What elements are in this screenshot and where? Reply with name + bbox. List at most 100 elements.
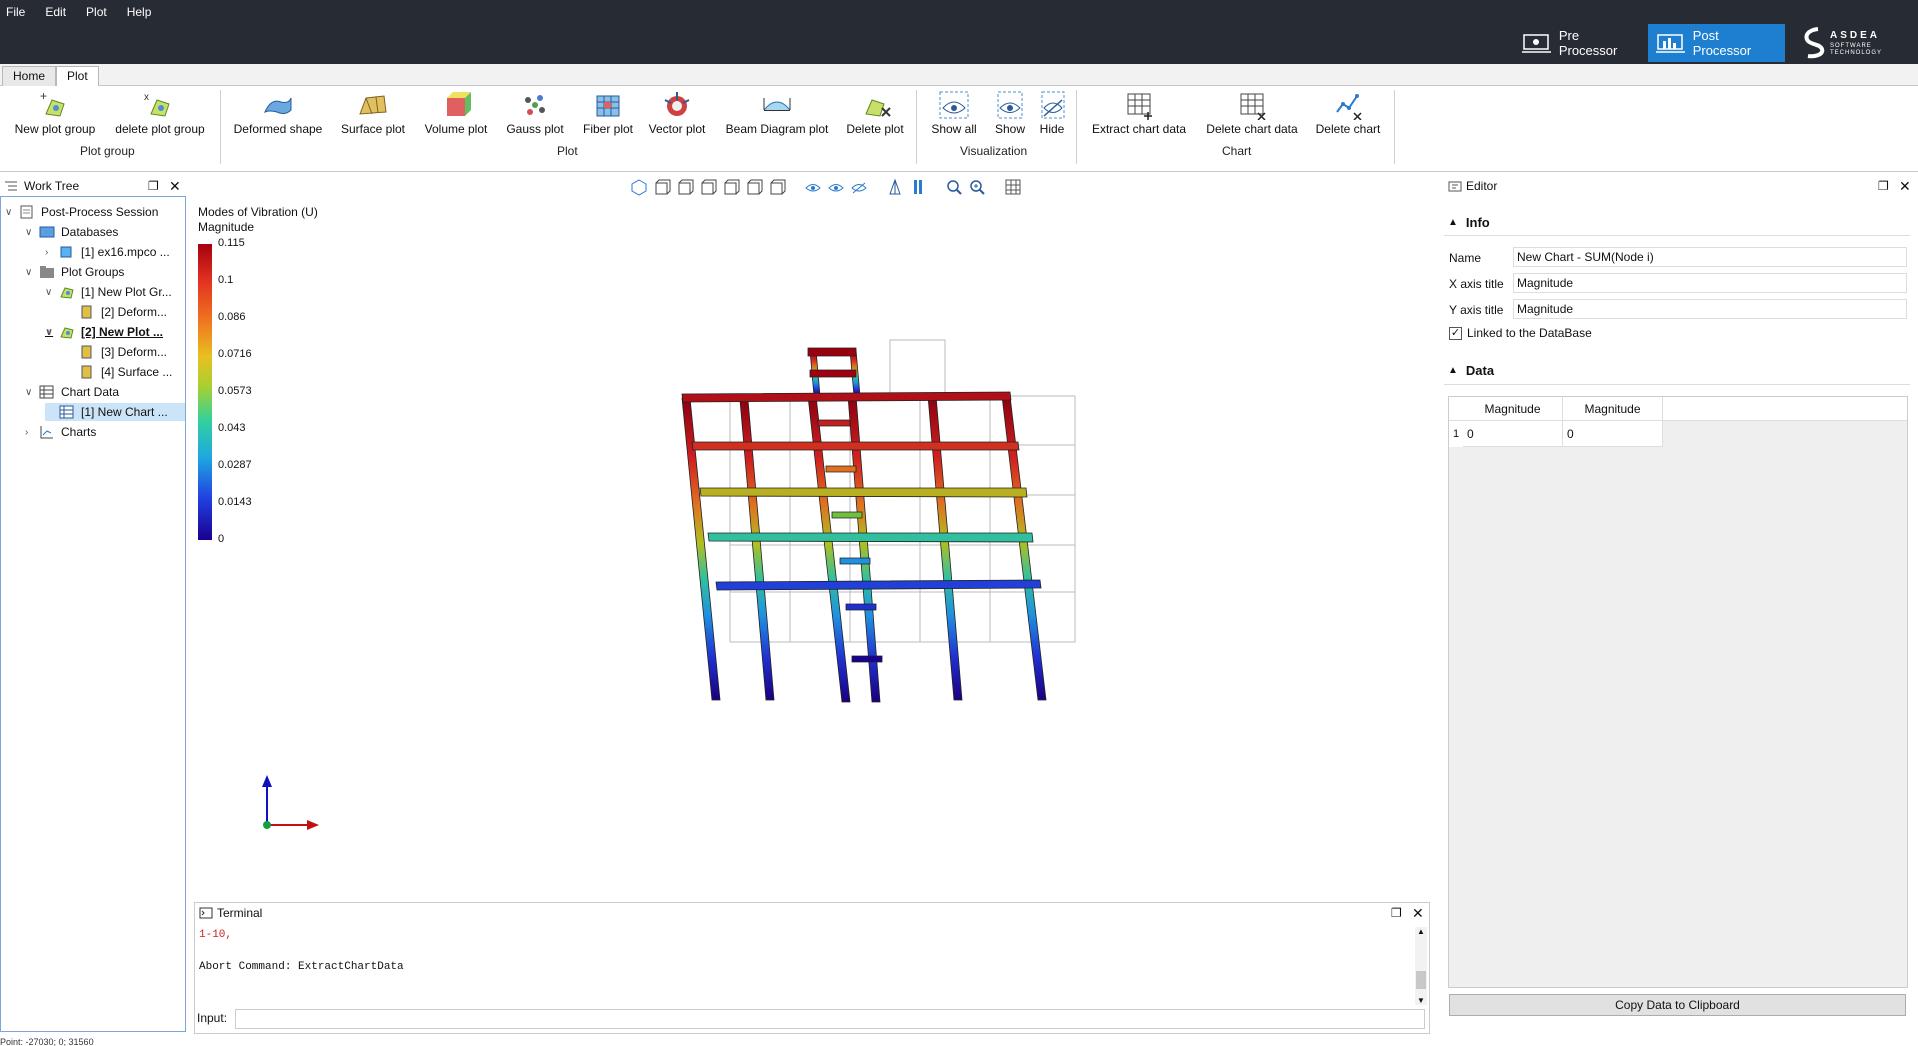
menu-file[interactable]: File bbox=[6, 5, 25, 19]
new-plot-group-label: New plot group bbox=[14, 122, 96, 136]
fiber-plot-icon bbox=[596, 95, 620, 117]
work-tree: ∨ Post-Process Session ∨ Databases › [1] ex… bbox=[0, 196, 186, 1032]
x-axis-title-input[interactable]: Magnitude bbox=[1513, 273, 1907, 293]
extract-chart-data-label: Extract chart data bbox=[1091, 122, 1187, 136]
tree-item-plot-groups[interactable]: ∨ Plot Groups bbox=[25, 263, 124, 281]
legend-tick: 0.043 bbox=[218, 422, 246, 434]
table-cell[interactable]: 0 bbox=[1563, 421, 1663, 447]
column-header[interactable]: Magnitude bbox=[1563, 397, 1663, 421]
pre-processor-button[interactable]: Pre Processor bbox=[1514, 24, 1646, 62]
tree-item-session[interactable]: ∨ Post-Process Session bbox=[5, 203, 158, 221]
linked-checkbox[interactable]: ✓ bbox=[1449, 326, 1462, 340]
scroll-down-icon[interactable]: ▼ bbox=[1415, 996, 1427, 1005]
name-input[interactable]: New Chart - SUM(Node i) bbox=[1513, 247, 1907, 267]
scrollbar-thumb[interactable] bbox=[1416, 971, 1426, 989]
tree-label: Databases bbox=[61, 225, 119, 239]
database-icon bbox=[39, 226, 55, 238]
vector-plot-label: Vector plot bbox=[648, 122, 706, 136]
ribbon-separator bbox=[1394, 90, 1395, 164]
chart-section-label: Chart bbox=[1222, 144, 1252, 158]
back-view-icon[interactable] bbox=[676, 178, 694, 196]
delete-plot-button[interactable]: Delete plot bbox=[842, 90, 908, 136]
terminal-icon bbox=[199, 907, 213, 919]
close-icon[interactable]: ✕ bbox=[1899, 178, 1911, 195]
surface-plot-icon bbox=[359, 95, 387, 115]
gauss-plot-button[interactable]: Gauss plot bbox=[502, 90, 568, 136]
terminal-line: 1-10, bbox=[199, 929, 233, 941]
tree-item-plot-2[interactable]: [2] Deform... bbox=[65, 303, 167, 321]
delete-plot-group-button[interactable]: x delete plot group bbox=[110, 90, 210, 136]
tree-item-databases[interactable]: ∨ Databases bbox=[25, 223, 118, 241]
menu-help[interactable]: Help bbox=[127, 5, 152, 19]
tree-item-database-file[interactable]: › [1] ex16.mpco ... bbox=[45, 243, 170, 261]
eye-icon[interactable] bbox=[827, 178, 845, 196]
data-section-header[interactable]: ▲ Data bbox=[1448, 363, 1494, 378]
menu-plot[interactable]: Plot bbox=[86, 5, 107, 19]
delete-chart-data-button[interactable]: Delete chart data bbox=[1200, 90, 1304, 136]
float-icon[interactable]: ❐ bbox=[1878, 179, 1889, 193]
tree-item-chart-data[interactable]: ∨ Chart Data bbox=[25, 383, 119, 401]
tab-plot[interactable]: Plot bbox=[56, 66, 99, 87]
terminal-input[interactable] bbox=[235, 1009, 1425, 1029]
table-cell[interactable]: 0 bbox=[1463, 421, 1563, 447]
tree-item-plot-4[interactable]: [4] Surface ... bbox=[65, 363, 172, 381]
delete-plot-group-icon: x bbox=[144, 92, 170, 117]
zoom-fit-icon[interactable] bbox=[945, 178, 963, 196]
scroll-up-icon[interactable]: ▲ bbox=[1415, 927, 1427, 936]
hide-button[interactable]: Hide bbox=[1036, 90, 1068, 136]
tab-home[interactable]: Home bbox=[2, 66, 57, 86]
perspective-icon[interactable] bbox=[886, 178, 904, 196]
deformed-frame-model bbox=[681, 339, 1076, 703]
deformed-shape-button[interactable]: Deformed shape bbox=[230, 90, 326, 136]
session-icon bbox=[20, 205, 33, 219]
show-button[interactable]: Show bbox=[990, 90, 1030, 136]
zoom-icon[interactable] bbox=[968, 178, 986, 196]
y-axis-title-input[interactable]: Magnitude bbox=[1513, 299, 1907, 319]
eye-icon[interactable] bbox=[804, 178, 822, 196]
close-icon[interactable]: ✕ bbox=[169, 178, 181, 195]
surface-plot-label: Surface plot bbox=[340, 122, 406, 136]
menu-edit[interactable]: Edit bbox=[45, 5, 66, 19]
logo-main-text: ASDEA bbox=[1830, 30, 1881, 41]
extract-chart-data-button[interactable]: Extract chart data bbox=[1086, 90, 1192, 136]
tree-item-new-chart[interactable]: [1] New Chart ... bbox=[45, 403, 185, 421]
right-view-icon[interactable] bbox=[722, 178, 740, 196]
tree-label: [3] Deform... bbox=[101, 345, 168, 359]
copy-data-button[interactable]: Copy Data to Clipboard bbox=[1449, 994, 1906, 1016]
tree-label: Charts bbox=[61, 425, 97, 439]
float-icon[interactable]: ❐ bbox=[148, 179, 159, 193]
tree-item-plot-group-2[interactable]: ∨ [2] New Plot ... bbox=[45, 323, 163, 341]
info-section-header[interactable]: ▲ Info bbox=[1448, 215, 1490, 230]
new-plot-group-button[interactable]: + New plot group bbox=[10, 90, 100, 136]
parallel-icon[interactable] bbox=[909, 178, 927, 196]
terminal-scrollbar[interactable]: ▲ ▼ bbox=[1415, 927, 1427, 1005]
tree-item-plot-3[interactable]: [3] Deform... bbox=[65, 343, 167, 361]
vector-plot-icon bbox=[664, 92, 690, 116]
bottom-view-icon[interactable] bbox=[768, 178, 786, 196]
volume-plot-button[interactable]: Volume plot bbox=[420, 90, 492, 136]
surface-plot-button[interactable]: Surface plot bbox=[336, 90, 410, 136]
plot-icon bbox=[81, 305, 92, 319]
delete-chart-button[interactable]: Delete chart bbox=[1312, 90, 1384, 136]
close-icon[interactable]: ✕ bbox=[1412, 905, 1424, 922]
grid-icon[interactable] bbox=[1004, 178, 1022, 196]
eye-icon[interactable] bbox=[850, 178, 868, 196]
beam-diagram-plot-button[interactable]: Beam Diagram plot bbox=[720, 90, 834, 136]
show-all-button[interactable]: Show all bbox=[924, 90, 984, 136]
float-icon[interactable]: ❐ bbox=[1391, 906, 1402, 920]
top-view-icon[interactable] bbox=[745, 178, 763, 196]
left-view-icon[interactable] bbox=[699, 178, 717, 196]
tree-item-charts[interactable]: › Charts bbox=[25, 423, 96, 441]
front-view-icon[interactable] bbox=[653, 178, 671, 196]
legend-tick: 0.0716 bbox=[218, 348, 252, 360]
column-header[interactable]: Magnitude bbox=[1463, 397, 1563, 421]
post-processor-button[interactable]: Post Processor bbox=[1648, 24, 1785, 62]
table-icon bbox=[59, 405, 74, 419]
linked-checkbox-row[interactable]: ✓ Linked to the DataBase bbox=[1449, 326, 1592, 340]
hide-icon bbox=[1041, 91, 1065, 119]
fiber-plot-button[interactable]: Fiber plot bbox=[578, 90, 638, 136]
vector-plot-button[interactable]: Vector plot bbox=[644, 90, 710, 136]
view-toolbar bbox=[630, 178, 1022, 196]
iso-view-icon[interactable] bbox=[630, 178, 648, 196]
tree-item-plot-group-1[interactable]: ∨ [1] New Plot Gr... bbox=[45, 283, 172, 301]
